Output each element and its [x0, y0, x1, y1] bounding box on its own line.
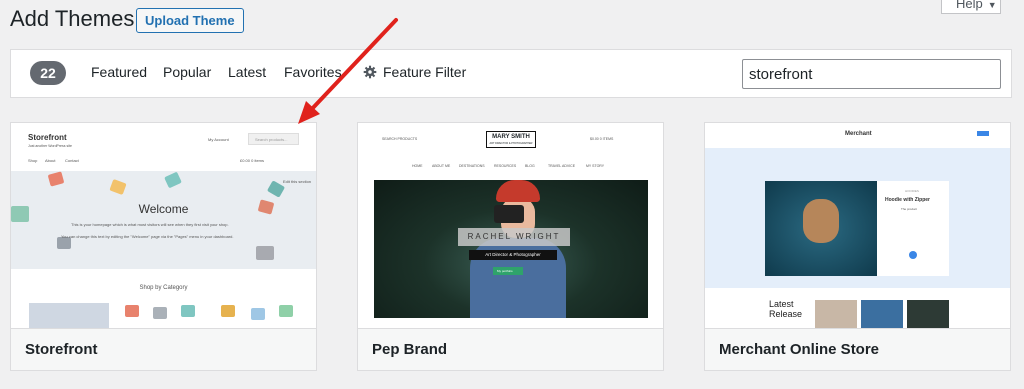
preview-thumbnail: [861, 300, 903, 328]
preview-edit-link: Edit this section: [283, 179, 312, 184]
theme-name: Pep Brand: [372, 341, 448, 358]
preview-body-1: This is your homepage which is what most…: [71, 222, 229, 227]
theme-name-bar[interactable]: Pep Brand: [358, 328, 663, 370]
help-button[interactable]: Help ▼: [941, 0, 1001, 14]
preview-hero: Edit this section: [11, 171, 316, 269]
preview-cart: $0.00 0 ITEMS: [590, 137, 614, 141]
preview-hero-subtitle: Art Director & Photographer: [469, 250, 557, 260]
tab-featured[interactable]: Featured: [91, 64, 147, 80]
preview-category-tile: [217, 303, 297, 328]
preview-product-card: HOODIES Hoodie with Zipper The product: [877, 181, 949, 276]
theme-screenshot[interactable]: SEARCH PRODUCTS MARY SMITH ART DIRECTOR …: [358, 123, 663, 328]
theme-screenshot[interactable]: Storefront Just another WordPress site M…: [11, 123, 316, 328]
feature-filter-button[interactable]: Feature Filter: [363, 64, 466, 80]
theme-count-badge: 22: [30, 61, 66, 85]
theme-filter-bar: 22 Featured Popular Latest Favorites Fea…: [10, 49, 1012, 98]
theme-search-input[interactable]: [742, 59, 1001, 89]
preview-nav-item: HOME: [412, 164, 423, 168]
page-title: Add Themes: [10, 6, 135, 31]
preview-release-heading: Latest Release: [769, 299, 803, 319]
preview-hero-photo: RACHEL WRIGHT Art Director & Photographe…: [374, 180, 648, 318]
preview-thumbnail: [907, 300, 949, 328]
theme-name: Merchant Online Store: [719, 341, 880, 358]
help-label: Help: [956, 0, 983, 11]
preview-category-heading: Shop by Category: [139, 285, 188, 291]
preview-nav-item: DESTINATIONS: [459, 164, 485, 168]
preview-category-tile: [29, 303, 109, 328]
caret-down-icon: ▼: [987, 0, 997, 10]
preview-welcome: Welcome: [138, 202, 189, 216]
preview-body-2: You can change this text by editing the …: [61, 234, 234, 239]
theme-name: Storefront: [25, 341, 98, 358]
preview-product-title: Hoodie with Zipper: [885, 197, 930, 203]
tab-latest[interactable]: Latest: [228, 64, 266, 80]
preview-hero-photo: [765, 181, 877, 276]
preview-tagline: Just another WordPress site: [28, 144, 72, 148]
preview-thumbnail: [815, 300, 857, 328]
gear-icon: [363, 65, 377, 79]
preview-search: Search products...: [248, 133, 299, 145]
preview-nav-item: BLOG: [525, 164, 535, 168]
theme-screenshot[interactable]: Merchant HOODIES Hoodie with Zipper The …: [705, 123, 1010, 328]
preview-nav-shop: Shop: [28, 158, 38, 163]
theme-card-pep-brand[interactable]: SEARCH PRODUCTS MARY SMITH ART DIRECTOR …: [357, 122, 664, 371]
preview-account: My Account: [208, 137, 229, 142]
feature-filter-label: Feature Filter: [383, 64, 467, 80]
preview-hero: HOODIES Hoodie with Zipper The product: [705, 148, 1010, 288]
preview-nav-item: MY STORY: [586, 164, 605, 168]
preview-nav-about: About: [45, 158, 56, 163]
upload-theme-button[interactable]: Upload Theme: [136, 8, 244, 33]
preview-nav-item: TRAVEL ADVICE: [548, 164, 576, 168]
theme-card-merchant[interactable]: Merchant HOODIES Hoodie with Zipper The …: [704, 122, 1011, 371]
preview-category-tile: [123, 303, 203, 328]
preview-cart: £0.00 0 items: [240, 158, 265, 163]
tab-popular[interactable]: Popular: [163, 64, 211, 80]
theme-name-bar[interactable]: Merchant Online Store: [705, 328, 1010, 370]
preview-nav-item: ABOUT ME: [432, 164, 451, 168]
theme-card-storefront[interactable]: Storefront Just another WordPress site M…: [10, 122, 317, 371]
preview-nav-item: RESOURCES: [494, 164, 517, 168]
preview-logo: Merchant: [845, 131, 872, 137]
preview-logo: MARY SMITH ART DIRECTOR & PHOTOGRAPHER: [486, 131, 536, 148]
preview-logo: Storefront: [28, 133, 67, 142]
preview-nav-contact: Contact: [65, 158, 79, 163]
theme-name-bar[interactable]: Storefront: [11, 328, 316, 370]
preview-hero-name: RACHEL WRIGHT: [458, 228, 570, 246]
preview-cart-badge: [977, 131, 989, 136]
tab-favorites[interactable]: Favorites: [284, 64, 342, 80]
preview-hero-button: My portfolio: [493, 267, 523, 275]
preview-search: SEARCH PRODUCTS: [382, 137, 418, 141]
